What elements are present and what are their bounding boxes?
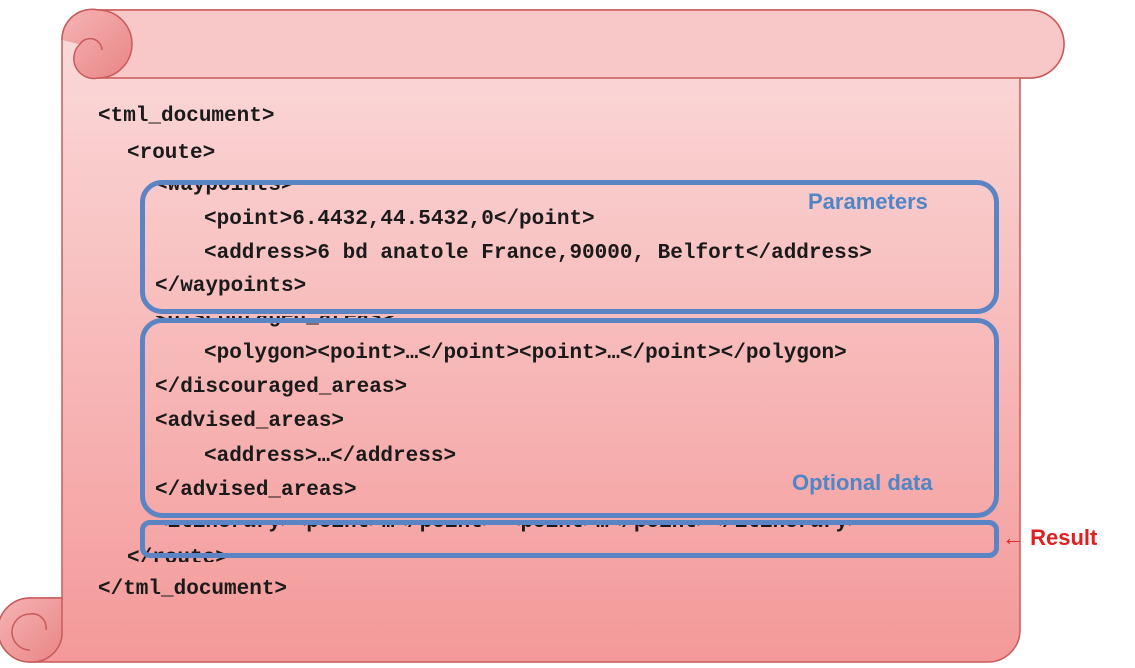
scroll-top-roll [97,9,1065,79]
code-line-tml-document-open: <tml_document> [98,105,275,128]
code-line-tml-document-close: </tml_document> [98,578,288,601]
parameters-label: Parameters [808,189,928,214]
result-box [140,520,999,558]
scroll-bottom-curl [0,597,63,663]
result-label: ← Result [1002,525,1098,550]
optional-data-label: Optional data [792,470,933,495]
code-line-route-open: <route> [127,142,216,165]
